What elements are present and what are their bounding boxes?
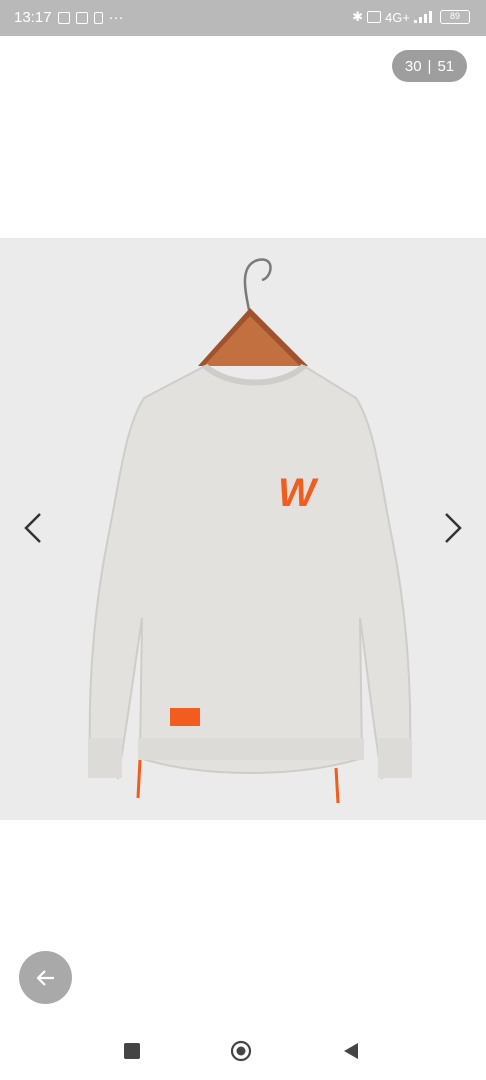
status-bar: 13:17 ··· ✱ 4G+ 89 [0,0,486,36]
product-image[interactable]: W [0,238,486,820]
bluetooth-icon: ✱ [352,9,364,24]
total-count: 51 [437,57,455,75]
square-icon [124,1043,140,1059]
mail-icon [75,11,88,24]
volte-icon [367,11,382,23]
more-notifications: ··· [108,9,124,26]
system-nav-bar [0,1020,486,1080]
counter-separator: | [427,57,432,75]
nav-back-button[interactable] [340,1040,362,1062]
status-left: 13:17 ··· [14,9,124,26]
previous-image-button[interactable] [16,510,52,546]
image-counter: 30 | 51 [392,50,467,82]
next-image-button[interactable] [434,510,470,546]
chevron-right-icon [445,513,462,543]
status-time: 13:17 [14,9,52,26]
current-index: 30 [404,57,422,75]
circle-icon [230,1040,252,1062]
home-button[interactable] [230,1040,252,1062]
arrow-left-icon [35,969,54,986]
signal-icon [414,11,432,23]
calendar-icon [57,11,70,24]
sweatshirt-illustration: W [88,258,412,804]
triangle-left-icon [344,1043,358,1059]
status-right: ✱ 4G+ 89 [352,9,470,25]
battery-icon: 89 [440,10,470,24]
svg-text:W: W [278,471,319,515]
back-button[interactable] [19,951,72,1004]
device-icon [93,11,103,24]
chevron-left-icon [24,513,41,543]
network-type: 4G+ [385,9,410,25]
recent-apps-button[interactable] [121,1040,143,1062]
